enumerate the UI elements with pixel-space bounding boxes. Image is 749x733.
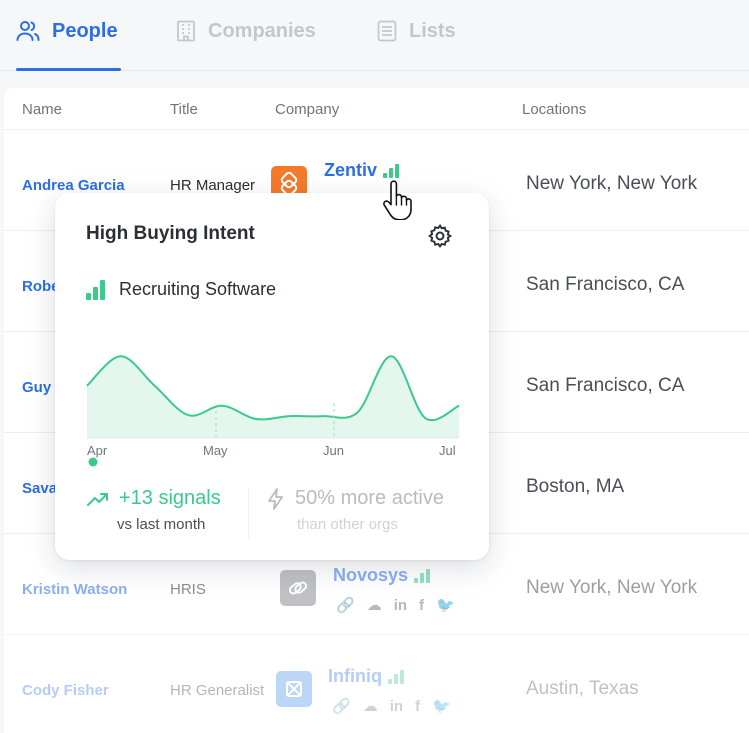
person-name-link[interactable]: Kristin Watson bbox=[22, 581, 127, 598]
facebook-icon[interactable]: f bbox=[415, 698, 420, 715]
tab-people[interactable]: People bbox=[16, 16, 118, 46]
person-location: New York, New York bbox=[526, 173, 698, 194]
person-location: Austin, Texas bbox=[526, 678, 639, 699]
list-icon bbox=[377, 20, 397, 42]
twitter-icon[interactable]: 🐦 bbox=[436, 596, 455, 614]
stat-divider bbox=[248, 488, 249, 538]
header-title[interactable]: Title bbox=[170, 101, 198, 118]
month-label-jul: Jul bbox=[439, 443, 456, 458]
header-company[interactable]: Company bbox=[275, 101, 339, 118]
person-name-link[interactable]: Guy bbox=[22, 379, 51, 396]
company-name: Zentiv bbox=[324, 160, 378, 180]
month-label-may: May bbox=[203, 443, 228, 458]
tab-people-label: People bbox=[52, 19, 118, 42]
company-name-link[interactable]: Infiniq bbox=[328, 666, 404, 687]
person-title: HR Generalist bbox=[170, 682, 265, 699]
company-social-links: 🔗 ☁ in f 🐦 bbox=[332, 697, 451, 716]
person-location: Boston, MA bbox=[526, 476, 625, 497]
person-title: HR Manager bbox=[170, 177, 256, 194]
month-label-apr: Apr bbox=[87, 443, 108, 458]
activity-caption: than other orgs bbox=[297, 516, 398, 533]
crunchbase-icon[interactable]: ☁ bbox=[367, 596, 382, 614]
linkedin-icon[interactable]: in bbox=[394, 597, 407, 614]
link-icon[interactable]: 🔗 bbox=[332, 697, 351, 715]
chart-area bbox=[87, 356, 459, 438]
person-name-link[interactable]: Sava bbox=[22, 480, 57, 497]
header-name[interactable]: Name bbox=[22, 101, 62, 118]
popover-title: High Buying Intent bbox=[86, 223, 255, 244]
person-location: New York, New York bbox=[526, 577, 698, 598]
building-icon bbox=[177, 20, 195, 42]
signals-value: +13 signals bbox=[119, 487, 221, 509]
company-name: Novosys bbox=[333, 565, 409, 585]
tab-lists[interactable]: Lists bbox=[377, 16, 456, 46]
novosys-logo bbox=[280, 570, 316, 606]
intent-bars-icon bbox=[383, 163, 400, 178]
intent-topic-label: Recruiting Software bbox=[119, 279, 277, 299]
infiniq-logo bbox=[276, 671, 312, 707]
intent-trend-chart bbox=[86, 355, 460, 467]
signals-caption: vs last month bbox=[117, 516, 206, 533]
lightning-icon bbox=[268, 487, 283, 510]
table-header: Name Title Company Locations bbox=[4, 88, 749, 130]
tab-bar: People Companies Lists bbox=[0, 0, 749, 71]
current-period-dot bbox=[88, 457, 98, 467]
linkedin-icon[interactable]: in bbox=[390, 698, 403, 715]
table-row[interactable]: Cody Fisher HR Generalist Infiniq 🔗 ☁ in… bbox=[4, 635, 749, 733]
company-name-link[interactable]: Novosys bbox=[333, 565, 431, 586]
person-title: HRIS bbox=[170, 581, 206, 598]
trending-up-icon bbox=[87, 492, 108, 506]
people-icon bbox=[16, 21, 40, 41]
intent-topic: Recruiting Software bbox=[86, 279, 276, 300]
company-name: Infiniq bbox=[328, 666, 382, 686]
tab-companies-label: Companies bbox=[208, 19, 316, 42]
hand-pointer-icon bbox=[383, 180, 412, 220]
activity-value: 50% more active bbox=[295, 487, 444, 509]
active-tab-indicator bbox=[16, 68, 121, 71]
company-name-link[interactable]: Zentiv bbox=[324, 160, 400, 181]
month-label-jun: Jun bbox=[323, 443, 344, 458]
intent-bars-icon bbox=[387, 669, 404, 684]
intent-bars-icon bbox=[414, 568, 431, 583]
person-location: San Francisco, CA bbox=[526, 375, 685, 396]
tab-companies[interactable]: Companies bbox=[176, 16, 316, 46]
signals-stat: +13 signals vs last month bbox=[87, 487, 221, 533]
header-locations[interactable]: Locations bbox=[522, 101, 586, 118]
person-name-link[interactable]: Robe bbox=[22, 278, 60, 295]
person-name-link[interactable]: Andrea Garcia bbox=[22, 177, 125, 194]
company-social-links: 🔗 ☁ in f 🐦 bbox=[336, 596, 455, 615]
buying-intent-popover: High Buying Intent Recruiting Software A… bbox=[55, 193, 489, 560]
link-icon[interactable]: 🔗 bbox=[336, 596, 355, 614]
intent-bars-icon bbox=[86, 279, 105, 300]
person-name-link[interactable]: Cody Fisher bbox=[22, 682, 109, 699]
gear-icon[interactable] bbox=[427, 223, 453, 249]
activity-stat: 50% more active than other orgs bbox=[267, 487, 444, 533]
tab-lists-label: Lists bbox=[409, 19, 456, 42]
crunchbase-icon[interactable]: ☁ bbox=[363, 697, 378, 715]
twitter-icon[interactable]: 🐦 bbox=[432, 697, 451, 715]
facebook-icon[interactable]: f bbox=[419, 597, 424, 614]
person-location: San Francisco, CA bbox=[526, 274, 685, 295]
